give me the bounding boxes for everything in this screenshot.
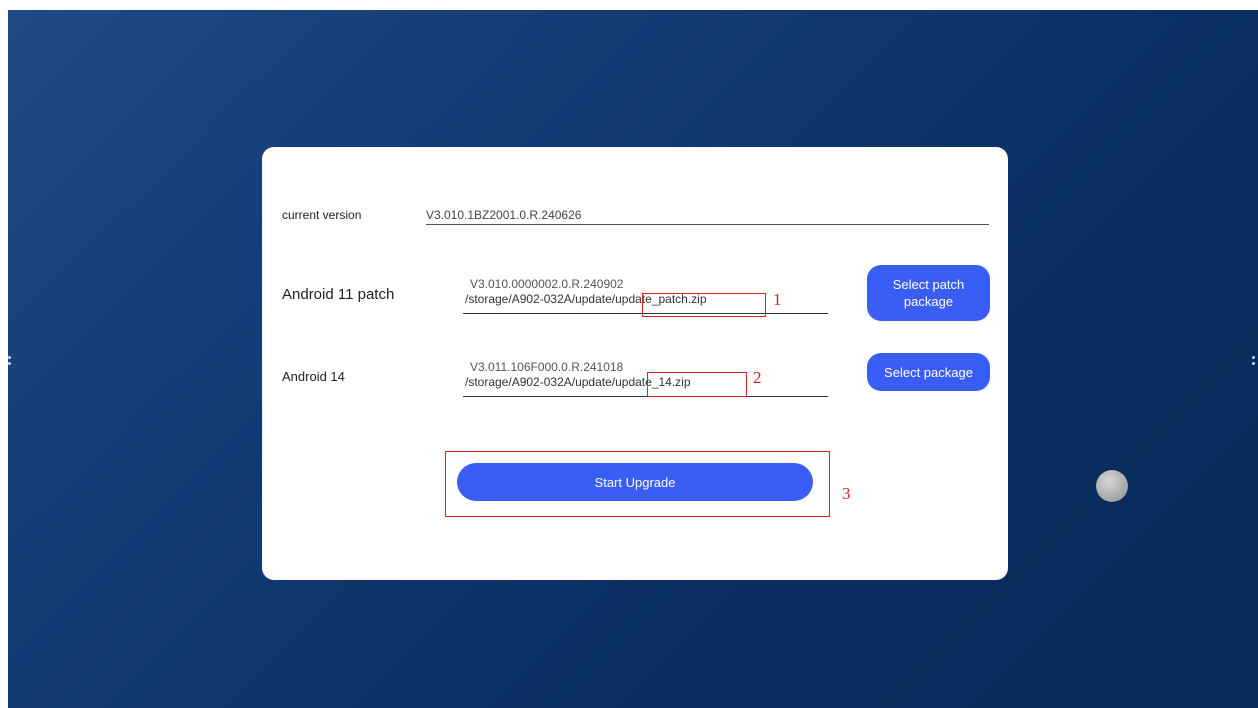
annotation-box-3: [445, 451, 830, 517]
select-patch-package-button[interactable]: Select patch package: [867, 265, 990, 321]
right-edge-handle-icon[interactable]: [1252, 356, 1258, 370]
annotation-number-2: 2: [753, 368, 762, 387]
floating-assist-icon[interactable]: [1096, 470, 1128, 502]
android11-patch-label: Android 11 patch: [282, 286, 395, 303]
device-screen: current version V3.010.1BZ2001.0.R.24062…: [8, 10, 1258, 708]
upgrade-dialog: current version V3.010.1BZ2001.0.R.24062…: [262, 147, 1008, 580]
annotation-box-2: [647, 372, 747, 397]
android14-version: V3.011.106F000.0.R.241018: [470, 360, 624, 374]
current-version-label: current version: [282, 208, 362, 222]
android11-patch-version: V3.010.0000002.0.R.240902: [470, 277, 624, 291]
annotation-number-1: 1: [773, 290, 782, 309]
android14-package-field[interactable]: V3.011.106F000.0.R.241018 /storage/A902-…: [463, 360, 828, 397]
annotation-number-3: 3: [842, 484, 851, 503]
select-package-button[interactable]: Select package: [867, 353, 990, 391]
annotation-box-1: [642, 293, 766, 317]
current-version-value: V3.010.1BZ2001.0.R.240626: [426, 208, 989, 225]
left-edge-handle-icon[interactable]: [8, 356, 14, 370]
android14-label: Android 14: [282, 369, 345, 384]
